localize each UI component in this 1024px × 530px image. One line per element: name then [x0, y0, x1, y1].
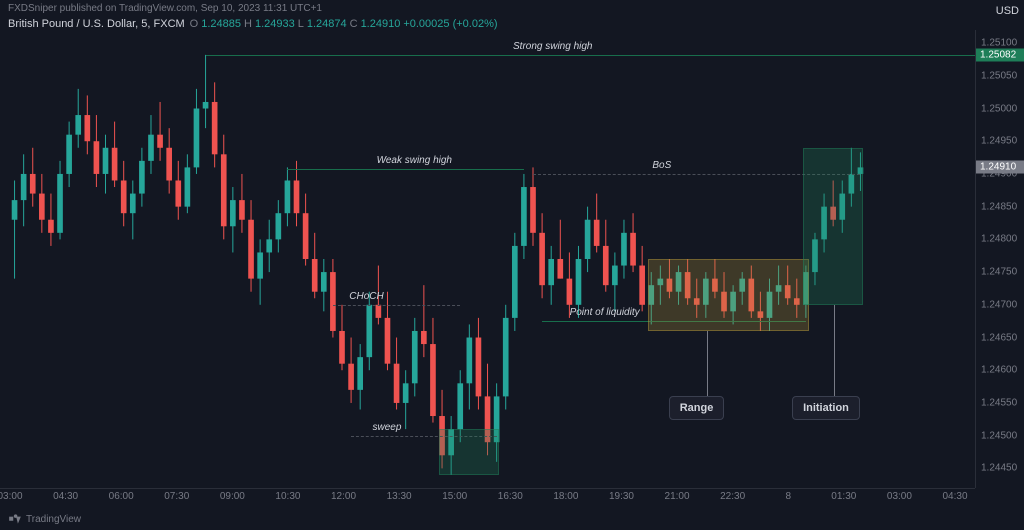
y-tick: 1.24700: [981, 299, 1017, 310]
x-tick: 06:00: [109, 491, 134, 502]
x-tick: 12:00: [331, 491, 356, 502]
label-range: Range: [669, 396, 725, 420]
ohlc-c-label: C: [350, 18, 358, 30]
x-tick: 03:00: [887, 491, 912, 502]
ohlc-l-label: L: [298, 18, 304, 30]
x-tick: 01:30: [831, 491, 856, 502]
y-tick: 1.24850: [981, 201, 1017, 212]
annotation-weak-swing-high: Weak swing high: [377, 155, 452, 166]
x-tick: 16:30: [498, 491, 523, 502]
annotation-choch: CHoCH: [349, 291, 383, 302]
x-tick: 07:30: [164, 491, 189, 502]
line-choch[interactable]: [333, 305, 460, 306]
x-tick: 8: [785, 491, 791, 502]
price-badge-swing-high: 1.25082: [976, 48, 1024, 61]
callout-line-range: [707, 331, 708, 396]
brand-footer: TradingView: [8, 512, 81, 526]
x-tick: 10:30: [275, 491, 300, 502]
ohlc-high: 1.24933: [255, 18, 295, 30]
y-tick: 1.25050: [981, 70, 1017, 81]
y-tick: 1.25000: [981, 103, 1017, 114]
price-badge-current: 1.24910: [976, 161, 1024, 174]
y-tick: 1.24800: [981, 234, 1017, 245]
rect-range[interactable]: [648, 259, 808, 331]
line-strong-swing-high[interactable]: [206, 55, 975, 56]
y-tick: 1.24500: [981, 430, 1017, 441]
ohlc-change: +0.00025 (+0.02%): [403, 18, 497, 30]
time-axis[interactable]: 03:00 04:30 06:00 07:30 09:00 10:30 12:00 13:30…: [0, 488, 975, 506]
callout-line-initiation: [834, 305, 835, 397]
annotation-strong-swing-high: Strong swing high: [513, 41, 593, 52]
annotation-bos: BoS: [652, 160, 671, 171]
x-tick: 15:00: [442, 491, 467, 502]
label-initiation: Initiation: [792, 396, 860, 420]
tradingview-logo-icon: [8, 512, 22, 526]
x-tick: 22:30: [720, 491, 745, 502]
price-axis[interactable]: USD 1.251001.250501.250001.249501.249001…: [975, 30, 1024, 488]
ohlc-h-label: H: [244, 18, 252, 30]
brand-name: TradingView: [26, 514, 81, 525]
x-tick: 04:30: [53, 491, 78, 502]
symbol-info-bar: British Pound / U.S. Dollar, 5, FXCM O 1…: [8, 18, 498, 30]
line-weak-swing-high[interactable]: [287, 169, 523, 170]
rect-initiation[interactable]: [803, 148, 863, 305]
x-tick: 21:00: [665, 491, 690, 502]
x-tick: 19:30: [609, 491, 634, 502]
rect-sweep-zone[interactable]: [439, 429, 499, 475]
annotation-sweep: sweep: [372, 422, 401, 433]
y-tick: 1.25100: [981, 38, 1017, 49]
ohlc-o-label: O: [190, 18, 199, 30]
annotation-point-of-liquidity: Point of liquidity: [570, 307, 640, 318]
chart-pane[interactable]: Strong swing high Weak swing high CHoCH …: [0, 30, 975, 488]
x-tick: 04:30: [942, 491, 967, 502]
publish-line: FXDSniper published on TradingView.com, …: [0, 0, 1024, 17]
ohlc-close: 1.24910: [361, 18, 401, 30]
x-tick: 09:00: [220, 491, 245, 502]
ohlc-low: 1.24874: [307, 18, 347, 30]
y-tick: 1.24600: [981, 365, 1017, 376]
x-tick: 13:30: [387, 491, 412, 502]
x-tick: 03:00: [0, 491, 23, 502]
x-tick: 18:00: [553, 491, 578, 502]
symbol-name: British Pound / U.S. Dollar, 5, FXCM: [8, 18, 185, 30]
y-tick: 1.24750: [981, 267, 1017, 278]
y-tick: 1.24950: [981, 136, 1017, 147]
ohlc-open: 1.24885: [201, 18, 241, 30]
y-tick: 1.24450: [981, 463, 1017, 474]
y-tick: 1.24550: [981, 397, 1017, 408]
y-tick: 1.24650: [981, 332, 1017, 343]
